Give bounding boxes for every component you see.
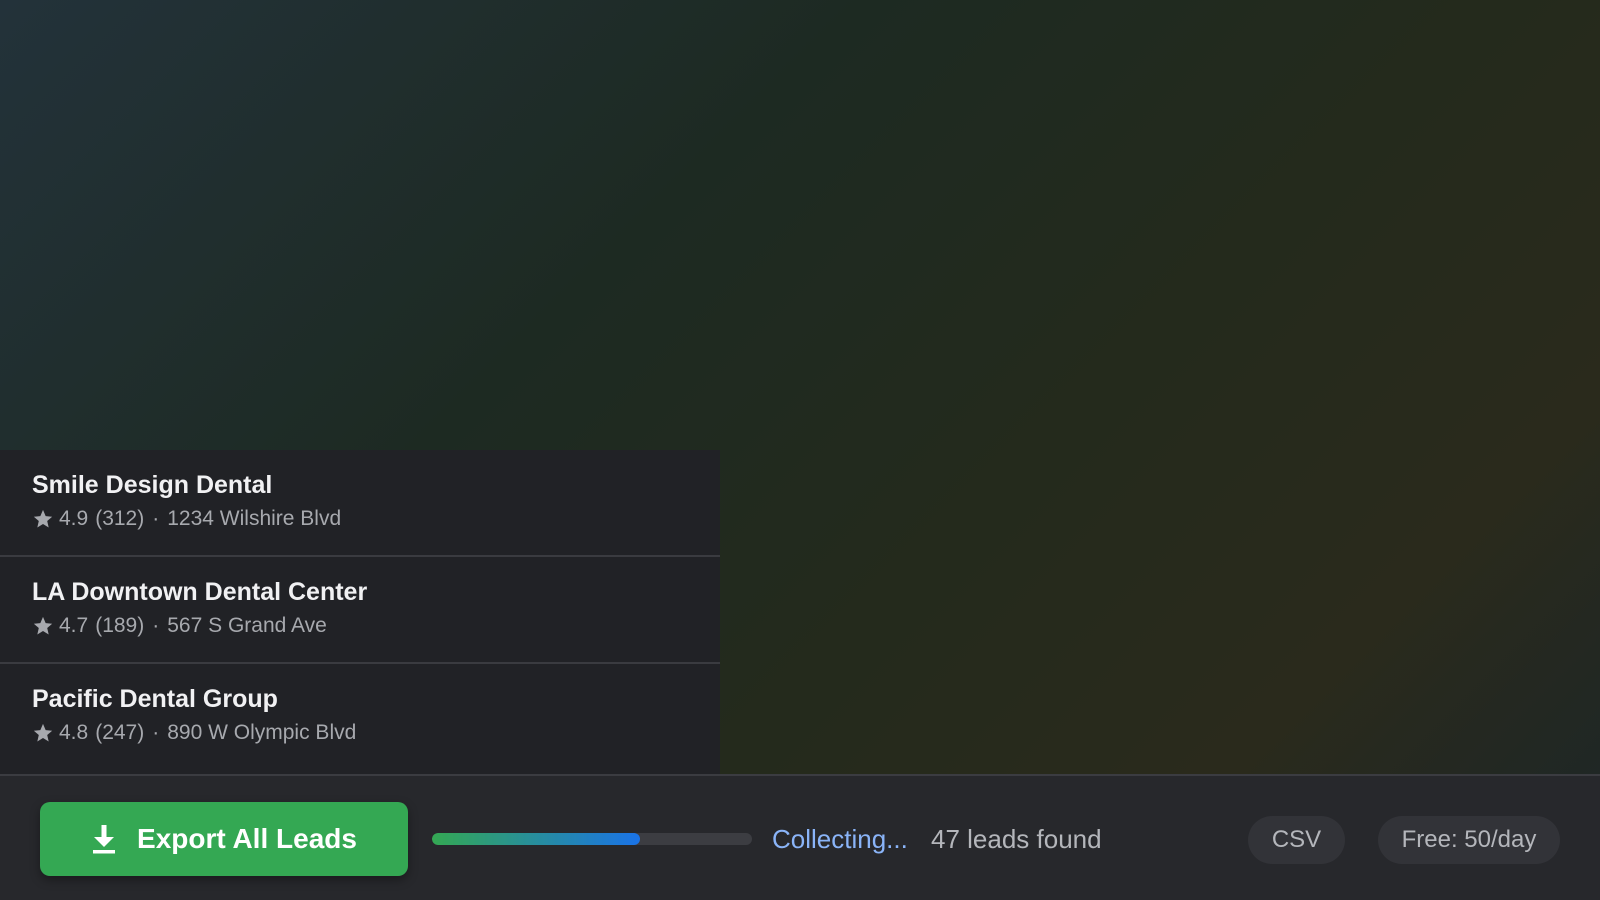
- export-button-label: Export All Leads: [137, 823, 357, 854]
- star-icon: [32, 615, 54, 637]
- review-count: (189): [95, 614, 145, 637]
- leads-count: 47 leads found: [931, 824, 1102, 854]
- collection-progress-bar: [432, 833, 752, 845]
- results-list: Smile Design Dental 4.9 (312) · 1234 Wil…: [0, 450, 720, 774]
- review-count: (312): [95, 507, 145, 530]
- collection-status: Collecting...: [772, 824, 908, 854]
- plan-limit-badge: Free: 50/day: [1378, 816, 1560, 864]
- list-item[interactable]: Pacific Dental Group 4.8 (247) · 890 W O…: [0, 664, 720, 771]
- format-label: CSV: [1271, 826, 1322, 853]
- list-item[interactable]: LA Downtown Dental Center 4.7 (189) · 56…: [0, 557, 720, 664]
- star-icon: [32, 508, 54, 530]
- star-icon: [32, 722, 54, 744]
- business-name: LA Downtown Dental Center: [32, 578, 368, 606]
- rating-value: 4.7: [59, 614, 89, 637]
- meta-separator: ·: [152, 614, 160, 637]
- business-address: 567 S Grand Ave: [167, 614, 327, 637]
- download-icon: [91, 824, 117, 854]
- format-selector[interactable]: CSV: [1248, 816, 1345, 864]
- business-name: Smile Design Dental: [32, 471, 273, 499]
- meta-separator: ·: [152, 721, 160, 744]
- export-all-leads-button[interactable]: Export All Leads: [40, 802, 408, 876]
- list-item[interactable]: Smile Design Dental 4.9 (312) · 1234 Wil…: [0, 450, 720, 557]
- business-name: Pacific Dental Group: [32, 685, 278, 713]
- business-address: 890 W Olympic Blvd: [167, 721, 357, 744]
- business-meta: 4.8 (247) · 890 W Olympic Blvd: [32, 720, 688, 746]
- export-toolbar: Export All Leads Collecting... 47 leads …: [0, 774, 1600, 900]
- business-meta: 4.7 (189) · 567 S Grand Ave: [32, 613, 688, 639]
- meta-separator: ·: [152, 507, 160, 530]
- progress-fill: [432, 833, 640, 845]
- business-address: 1234 Wilshire Blvd: [167, 507, 342, 530]
- rating-value: 4.9: [59, 507, 89, 530]
- plan-limit-label: Free: 50/day: [1401, 826, 1537, 853]
- review-count: (247): [95, 721, 145, 744]
- business-meta: 4.9 (312) · 1234 Wilshire Blvd: [32, 506, 688, 532]
- rating-value: 4.8: [59, 721, 89, 744]
